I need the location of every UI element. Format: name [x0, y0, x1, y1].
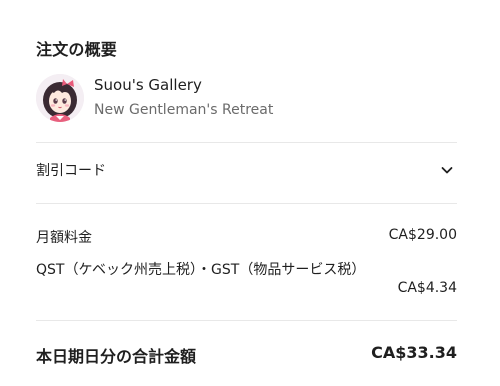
order-summary-title: 注文の概要 [36, 40, 118, 59]
monthly-fee-amount: CA$29.00 [388, 227, 457, 243]
order-summary-panel: 注文の概要 Suou's Gallery New Gentleman's Ret… [0, 0, 500, 386]
avatar-illustration [36, 74, 84, 122]
plan-name: New Gentleman's Retreat [94, 101, 274, 118]
creator-avatar-icon [36, 74, 84, 122]
chevron-down-icon[interactable] [439, 162, 455, 178]
monthly-fee-row: 月額料金 CA$29.00 [36, 227, 457, 247]
tax-label: QST（ケベック州売上税）・GST（物品サービス税） [36, 262, 366, 278]
creator-info: Suou's Gallery New Gentleman's Retreat [36, 74, 273, 122]
tax-amount: CA$4.34 [397, 280, 457, 296]
creator-name: Suou's Gallery [94, 75, 202, 94]
total-amount: CA$33.34 [371, 343, 457, 362]
divider-top [36, 142, 457, 143]
total-row: 本日期日分の合計金額 CA$33.34 [36, 343, 457, 367]
discount-code-label: 割引コード [36, 163, 106, 179]
divider-middle [36, 203, 457, 204]
monthly-fee-label: 月額料金 [36, 230, 92, 246]
divider-bottom [36, 320, 457, 321]
total-label: 本日期日分の合計金額 [36, 347, 197, 366]
discount-code-toggle[interactable]: 割引コード [36, 152, 457, 188]
